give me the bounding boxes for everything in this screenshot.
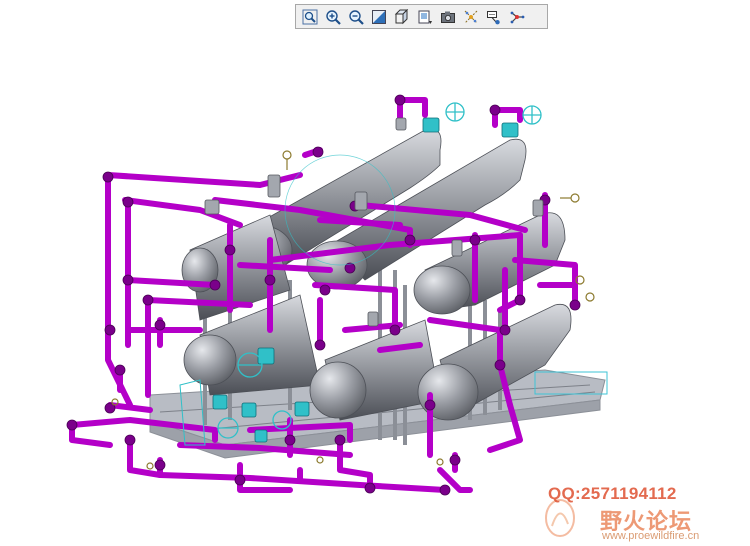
- forum-watermark: QQ:2571194112 野火论坛 www.proewildfire.cn: [540, 482, 750, 546]
- watermark-qq: QQ:2571194112: [548, 484, 677, 503]
- saved-views-button[interactable]: [415, 7, 435, 27]
- view-toolbar: [295, 4, 548, 29]
- cube-icon: [394, 8, 408, 24]
- zoom-out-icon: [348, 9, 364, 25]
- datum-planes-icon: [464, 10, 477, 23]
- refit-icon: [302, 9, 317, 24]
- zoom-in-button[interactable]: [323, 7, 343, 27]
- annotation-icon: [486, 10, 500, 24]
- saved-views-icon: [418, 10, 432, 24]
- datum-display-button[interactable]: [461, 7, 481, 27]
- watermark-url: www.proewildfire.cn: [602, 530, 700, 542]
- zoom-out-button[interactable]: [346, 7, 366, 27]
- repaint-icon: [371, 9, 386, 24]
- annotation-display-button[interactable]: [484, 7, 504, 27]
- view-manager-button[interactable]: [438, 7, 458, 27]
- spin-center-icon: [510, 11, 524, 23]
- repaint-button[interactable]: [369, 7, 389, 27]
- zoom-in-icon: [325, 9, 341, 25]
- display-style-button[interactable]: [392, 7, 412, 27]
- camera-icon: [440, 11, 455, 23]
- model-viewport[interactable]: [0, 30, 750, 546]
- refit-button[interactable]: [300, 7, 320, 27]
- spin-center-button[interactable]: [507, 7, 527, 27]
